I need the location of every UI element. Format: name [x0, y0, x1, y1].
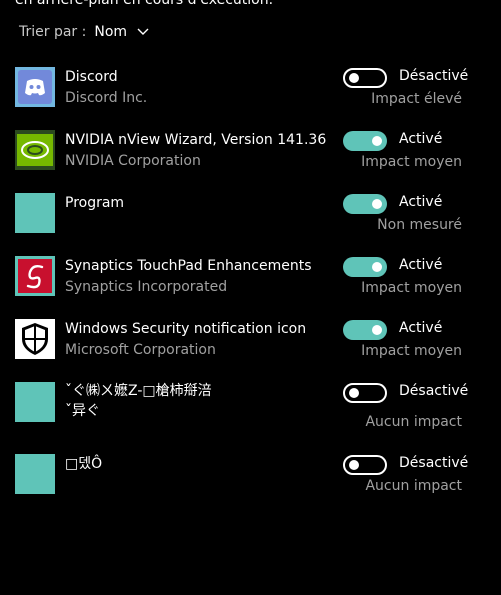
toggle-state-text: Activé: [399, 257, 443, 273]
shield-icon: [15, 319, 55, 359]
app-publisher: Discord Inc.: [65, 90, 148, 106]
app-publisher: NVIDIA Corporation: [65, 153, 201, 169]
impact-text: Impact moyen: [361, 154, 462, 170]
sort-dropdown[interactable]: Trier par : Nom: [19, 24, 149, 40]
impact-text: Non mesuré: [377, 217, 462, 233]
impact-text: Aucun impact: [365, 414, 462, 430]
toggle-state-text: Activé: [399, 320, 443, 336]
app-name: □뎄Ô: [65, 456, 103, 472]
sort-label: Trier par :: [19, 24, 87, 40]
nvidia-icon: [15, 130, 55, 170]
app-toggle[interactable]: [343, 194, 387, 214]
impact-text: Aucun impact: [365, 478, 462, 494]
app-toggle[interactable]: [343, 455, 387, 475]
app-name: ˇぐ㈱ㄨ嬷Z-□槍柿搿涪 ˇ异ぐ: [65, 383, 212, 419]
app-name: Discord: [65, 69, 118, 85]
app-name: NVIDIA nView Wizard, Version 141.36: [65, 132, 327, 148]
app-name: Program: [65, 195, 125, 211]
app-publisher: Microsoft Corporation: [65, 342, 216, 358]
toggle-state-text: Désactivé: [399, 68, 469, 84]
app-toggle[interactable]: [343, 320, 387, 340]
generic-app-icon: [15, 193, 55, 233]
app-name: Synaptics TouchPad Enhancements: [65, 258, 312, 274]
app-toggle[interactable]: [343, 68, 387, 88]
impact-text: Impact moyen: [361, 343, 462, 359]
app-name: Windows Security notification icon: [65, 321, 307, 337]
synaptics-icon: [15, 256, 55, 296]
impact-text: Impact moyen: [361, 280, 462, 296]
generic-app-icon: [15, 454, 55, 494]
chevron-down-icon: [137, 28, 149, 35]
app-toggle[interactable]: [343, 257, 387, 277]
toggle-state-text: Activé: [399, 131, 443, 147]
sort-value: Nom: [94, 24, 128, 40]
toggle-state-text: Activé: [399, 194, 443, 210]
toggle-state-text: Désactivé: [399, 383, 469, 399]
discord-icon: [15, 67, 55, 107]
app-toggle[interactable]: [343, 383, 387, 403]
header-cut-text: en arrière-plan en cours d'exécution.: [15, 0, 274, 8]
app-toggle[interactable]: [343, 131, 387, 151]
impact-text: Impact élevé: [371, 91, 462, 107]
app-publisher: Synaptics Incorporated: [65, 279, 228, 295]
toggle-state-text: Désactivé: [399, 455, 469, 471]
generic-app-icon: [15, 382, 55, 422]
